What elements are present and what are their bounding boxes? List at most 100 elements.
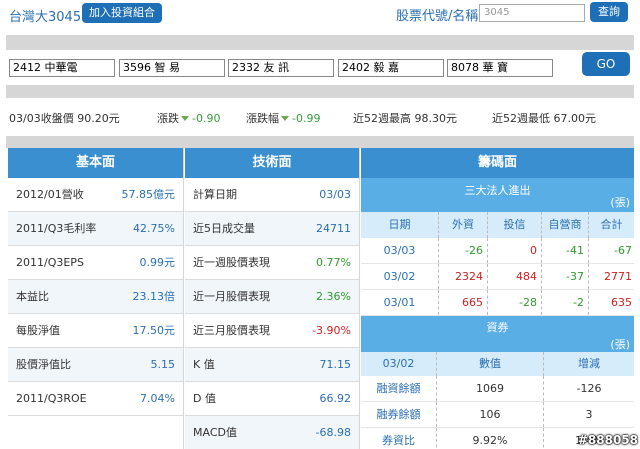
row-label: 近三月股價表現: [193, 324, 270, 337]
institutional-title: 三大法人進出: [464, 184, 531, 197]
compare-stock-input-5[interactable]: 8078 華 寶: [447, 59, 553, 77]
price-change-percent-label: 漲跌幅: [246, 112, 279, 125]
technicals-row: 近5日成交量 24711: [185, 212, 359, 246]
compare-stock-input-2[interactable]: 3596 智 易: [119, 59, 225, 77]
technicals-row: 近一週股價表現 0.77%: [185, 246, 359, 280]
row-value: 71.15: [319, 358, 352, 371]
margin-item-change: 3: [585, 408, 593, 421]
52-week-high: 近52週最高 98.30元: [353, 112, 457, 125]
fundamentals-row: 2011/Q3毛利率 42.75%: [8, 212, 183, 246]
total-value: 2771: [604, 270, 632, 283]
row-date: 03/02: [361, 264, 439, 289]
margin-item-label: 融資餘額: [361, 376, 437, 401]
technicals-row: K 值 71.15: [185, 348, 359, 382]
row-label: 近一週股價表現: [193, 256, 270, 269]
row-label: 近一月股價表現: [193, 290, 270, 303]
price-change: 漲跌 -0.90: [157, 110, 220, 126]
price-change-percent-value: -0.99: [292, 112, 321, 125]
go-button[interactable]: GO: [582, 52, 630, 76]
foreign-value: 2324: [439, 264, 488, 289]
column-header: 外資: [439, 212, 488, 238]
table-row: 03/01 665 -28 -2 635: [361, 290, 634, 316]
row-value: 66.92: [319, 392, 352, 405]
column-header: 增減: [578, 357, 600, 370]
stock-code-label: 股票代號/名稱: [396, 9, 479, 24]
compare-stock-input-3[interactable]: 2332 友 訊: [228, 59, 334, 77]
margin-item-change: -126: [576, 382, 602, 395]
column-header: 合計: [600, 218, 623, 231]
technicals-title: 技術面: [185, 148, 359, 178]
table-row: 融資餘額 1069 -126: [361, 376, 634, 402]
technicals-panel: 技術面 計算日期 03/03 近5日成交量 24711 近一週股價表現 0.77% 近…: [185, 148, 360, 449]
compare-stock-input-1[interactable]: 2412 中華電: [9, 59, 115, 77]
chips-title: 籌碼面: [361, 148, 634, 178]
row-label: D 值: [193, 392, 216, 405]
fundamentals-row: 2011/Q3ROE 7.04%: [8, 382, 183, 416]
margin-unit-bar: (張): [361, 336, 634, 352]
margin-item-label: 券資比: [361, 428, 437, 449]
total-value: 635: [611, 296, 632, 309]
row-label: 2011/Q3EPS: [16, 256, 84, 269]
price-change-value: -0.90: [192, 112, 221, 125]
52-week-low: 近52週最低 67.00元: [492, 112, 596, 125]
chips-panel: 籌碼面 三大法人進出 (張) 日期 外資 投信 自營商 合計 03/03 -26…: [361, 148, 634, 449]
margin-header: 資券: [361, 316, 634, 336]
row-value[interactable]: 42.75%: [133, 212, 175, 246]
divider-bar: [6, 136, 634, 148]
query-button[interactable]: 查詢: [590, 2, 628, 22]
divider-bar: [6, 35, 634, 50]
row-value[interactable]: 23.13倍: [133, 280, 176, 314]
column-header: 投信: [488, 212, 542, 238]
row-date: 03/03: [361, 238, 439, 263]
column-header: 日期: [361, 212, 439, 238]
technicals-row: 近三月股價表現 -3.90%: [185, 314, 359, 348]
total-value: -67: [614, 244, 632, 257]
margin-item-value: 106: [437, 402, 544, 427]
column-header: 數值: [437, 352, 544, 376]
row-label: 2012/01營收: [16, 188, 84, 201]
row-label: 本益比: [16, 290, 49, 303]
stock-search-input[interactable]: 3045: [479, 4, 585, 22]
price-change-percent: 漲跌幅 -0.99: [246, 110, 320, 126]
fundamentals-row: 2012/01營收 57.85億元: [8, 178, 183, 212]
institutional-unit: (張): [610, 196, 630, 209]
row-label: 每股淨值: [16, 324, 60, 337]
technicals-row: MACD值 -68.98: [185, 416, 359, 449]
technicals-row: D 值 66.92: [185, 382, 359, 416]
down-arrow-icon: [281, 116, 289, 121]
margin-table-header: 03/02 數值 增減: [361, 352, 634, 376]
compare-stock-input-4[interactable]: 2402 毅 嘉: [338, 59, 444, 77]
row-value: 2.36%: [316, 290, 351, 303]
trust-value: 484: [488, 264, 542, 289]
row-label: MACD值: [193, 426, 237, 439]
trust-value: -28: [488, 290, 542, 315]
fundamentals-row: 股價淨值比 5.15: [8, 348, 183, 382]
row-date: 03/01: [361, 290, 439, 315]
fundamentals-row: 每股淨值 17.50元: [8, 314, 183, 348]
table-row: 融券餘額 106 3: [361, 402, 634, 428]
divider-bar: [6, 85, 634, 98]
technicals-row: 計算日期 03/03: [185, 178, 359, 212]
row-value: 0.77%: [316, 256, 351, 269]
price-change-label: 漲跌: [157, 112, 179, 125]
row-value[interactable]: 17.50元: [133, 314, 176, 348]
row-value: 5.15: [150, 358, 176, 371]
margin-unit: (張): [610, 338, 630, 351]
row-value[interactable]: 0.99元: [140, 246, 176, 280]
row-value: 24711: [316, 222, 351, 235]
foreign-value: 665: [439, 290, 488, 315]
add-portfolio-button[interactable]: 加入投資組合: [82, 3, 162, 23]
fundamentals-row: 本益比 23.13倍: [8, 280, 183, 314]
row-value[interactable]: 57.85億元: [122, 178, 176, 212]
dealer-value: -41: [542, 238, 589, 263]
trust-value: 0: [488, 238, 542, 263]
institutional-header: 三大法人進出 (張): [361, 178, 634, 212]
institutional-table-header: 日期 外資 投信 自營商 合計: [361, 212, 634, 238]
table-row: 03/03 -26 0 -41 -67: [361, 238, 634, 264]
row-value: -68.98: [315, 426, 351, 439]
close-price: 03/03收盤價 90.20元: [9, 112, 120, 125]
technicals-row: 近一月股價表現 2.36%: [185, 280, 359, 314]
row-value[interactable]: 7.04%: [140, 382, 175, 416]
table-row: 03/02 2324 484 -37 2771: [361, 264, 634, 290]
down-arrow-icon: [181, 116, 189, 121]
